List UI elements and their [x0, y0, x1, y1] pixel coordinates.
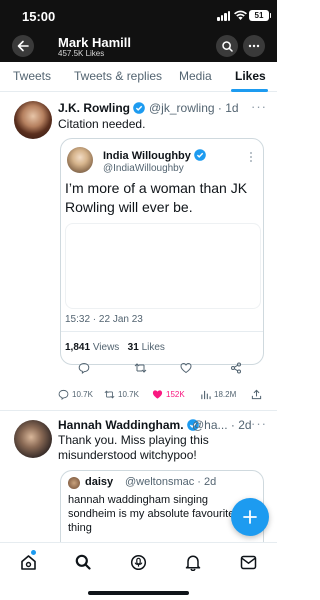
- share-icon[interactable]: [230, 362, 242, 374]
- top-bar: 15:00 51 Mark Hamill 457.5K Likes: [0, 0, 277, 62]
- notifications-icon: [185, 554, 201, 571]
- search-button[interactable]: [216, 35, 238, 57]
- profile-name: Mark Hamill: [58, 35, 131, 50]
- verified-icon: [133, 102, 146, 114]
- views-icon: [201, 390, 211, 400]
- quoted-author-name: daisy: [85, 476, 114, 488]
- retweet-count: 10.7K: [118, 390, 139, 399]
- verified-icon: [194, 149, 206, 161]
- spaces-icon: [130, 554, 146, 570]
- nav-messages[interactable]: [238, 552, 258, 572]
- tab-likes[interactable]: Likes: [235, 69, 266, 83]
- quoted-timestamp: 15:32 · 22 Jan 23: [65, 314, 143, 325]
- quoted-likes-count: 31: [127, 342, 139, 353]
- tab-tweets[interactable]: Tweets: [13, 69, 51, 83]
- nav-notifications[interactable]: [183, 552, 203, 572]
- tweet-author-handle[interactable]: @jk_rowling · 1d: [149, 101, 239, 115]
- quoted-tweet[interactable]: India Willoughby @IndiaWilloughby I’m mo…: [60, 138, 264, 365]
- tab-media[interactable]: Media: [179, 69, 212, 83]
- status-time: 15:00: [22, 9, 56, 24]
- tweet-author-name[interactable]: Hannah Waddingham.: [58, 418, 199, 432]
- retweet-icon[interactable]: [134, 362, 147, 374]
- tweet-more-icon[interactable]: ···: [251, 416, 267, 431]
- back-button[interactable]: [12, 35, 34, 57]
- avatar-jk-rowling[interactable]: [14, 101, 52, 139]
- reply-icon[interactable]: [78, 362, 90, 374]
- retweet-icon: [104, 390, 115, 399]
- quoted-text: hannah waddingham singing sondheim is my…: [68, 494, 235, 534]
- like-icon: [152, 390, 163, 399]
- share-icon: [251, 389, 262, 400]
- avatar-daisy: [68, 477, 80, 489]
- notification-dot: [31, 550, 36, 555]
- quoted-author-handle: @weltonsmac · 2d: [125, 476, 217, 488]
- search-icon: [75, 554, 91, 570]
- reply-icon: [58, 389, 69, 400]
- quoted-text: I’m more of a woman than JK Rowling will…: [65, 180, 248, 215]
- home-indicator: [88, 591, 189, 595]
- tweet-more-icon[interactable]: ···: [251, 99, 267, 114]
- compose-icon: [243, 510, 257, 524]
- signal-icon: [217, 11, 231, 21]
- tweet-actions: 10.7K 10.7K 152K 18.2M: [58, 389, 268, 403]
- nav-home[interactable]: [18, 552, 38, 572]
- reply-count: 10.7K: [72, 390, 93, 399]
- avatar-hannah-waddingham[interactable]: [14, 420, 52, 458]
- retweet-action[interactable]: 10.7K: [104, 389, 139, 400]
- divider: [61, 331, 263, 332]
- more-icon: [248, 44, 260, 48]
- nav-spaces[interactable]: [128, 552, 148, 572]
- more-vertical-icon[interactable]: [249, 151, 253, 163]
- tab-active-indicator: [231, 89, 268, 92]
- tweet-author-handle[interactable]: @ha... · 2d: [192, 418, 252, 432]
- quoted-views-count: 1,841: [65, 342, 91, 353]
- quoted-author-handle: @IndiaWilloughby: [103, 163, 184, 174]
- quoted-stats: 1,841 Views 31 Likes: [65, 342, 165, 353]
- battery-icon: 51: [249, 10, 271, 21]
- avatar-india-willoughby: [67, 147, 93, 173]
- quoted-author-name: India Willoughby: [103, 149, 206, 162]
- quoted-media-placeholder: [65, 223, 261, 309]
- reply-action[interactable]: 10.7K: [58, 389, 93, 400]
- profile-likes-count: 457.5K Likes: [58, 49, 105, 58]
- profile-tabs: Tweets Tweets & replies Media Likes: [0, 62, 277, 92]
- views-action[interactable]: 18.2M: [200, 389, 236, 400]
- compose-button[interactable]: [231, 498, 269, 536]
- like-icon[interactable]: [180, 362, 192, 374]
- views-count: 18.2M: [214, 390, 237, 399]
- home-icon: [20, 554, 36, 570]
- like-action[interactable]: 152K: [152, 389, 185, 400]
- more-button[interactable]: [243, 35, 265, 57]
- status-bar: 15:00 51: [0, 0, 277, 30]
- messages-icon: [240, 555, 256, 569]
- bottom-nav: [0, 542, 277, 600]
- tweet-separator: [0, 410, 277, 411]
- tab-tweets-replies[interactable]: Tweets & replies: [74, 69, 162, 83]
- share-action[interactable]: [251, 389, 262, 400]
- quoted-likes-label: Likes: [141, 342, 165, 353]
- tweet-text: Thank you. Miss playing this misundersto…: [58, 433, 209, 462]
- tweet-text: Citation needed.: [58, 117, 146, 131]
- tweet-author-name[interactable]: J.K. Rowling: [58, 101, 146, 115]
- quoted-actions: [60, 362, 264, 376]
- search-icon: [221, 40, 233, 52]
- nav-search[interactable]: [73, 552, 93, 572]
- wifi-icon: [234, 10, 247, 20]
- quoted-views-label: Views: [92, 342, 120, 353]
- back-arrow-icon: [17, 40, 29, 52]
- like-count: 152K: [166, 390, 185, 399]
